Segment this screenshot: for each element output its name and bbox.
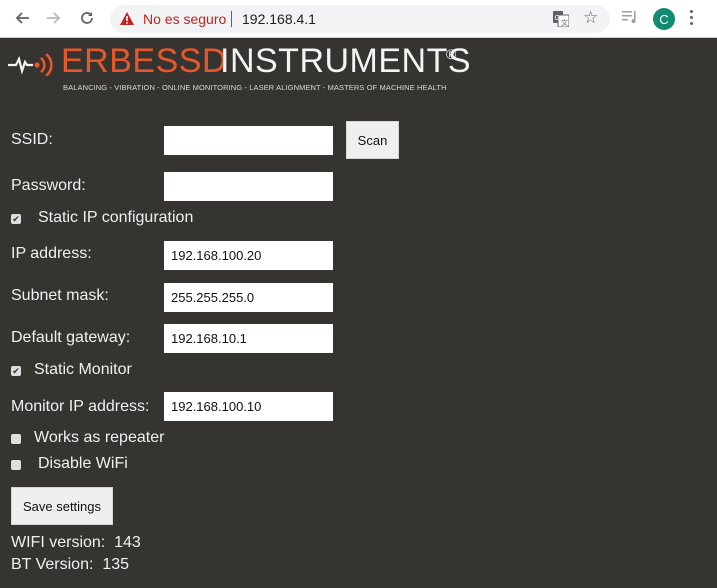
scan-button[interactable]: Scan	[346, 121, 399, 159]
profile-avatar[interactable]: C	[653, 8, 675, 30]
media-control-icon[interactable]	[622, 10, 638, 24]
default-gateway-label: Default gateway:	[11, 329, 131, 346]
repeater-label: Works as repeater	[34, 429, 165, 446]
bt-version-label: BT Version:	[11, 556, 94, 573]
monitor-ip-input[interactable]	[164, 392, 333, 421]
default-gateway-input[interactable]	[164, 324, 333, 353]
back-button[interactable]	[12, 8, 32, 28]
warning-icon	[120, 12, 134, 25]
static-ip-checkbox[interactable]: ✔	[11, 214, 21, 224]
password-label: Password:	[11, 177, 86, 194]
subnet-mask-label: Subnet mask:	[11, 287, 109, 304]
disable-wifi-label: Disable WiFi	[38, 455, 128, 472]
security-status[interactable]: No es seguro	[143, 11, 226, 27]
registered-mark: ®	[446, 46, 457, 62]
disable-wifi-checkbox[interactable]	[11, 460, 21, 470]
forward-button[interactable]	[44, 8, 64, 28]
back-icon	[15, 12, 29, 24]
ip-address-label: IP address:	[11, 245, 92, 262]
menu-icon[interactable]	[690, 10, 694, 28]
static-monitor-checkbox[interactable]: ✔	[11, 366, 21, 376]
wifi-version-value: 143	[114, 534, 141, 551]
brand-tagline: BALANCING - VIBRATION - ONLINE MONITORIN…	[63, 83, 447, 92]
star-icon[interactable]: ☆	[583, 8, 598, 28]
omnibox-separator	[231, 11, 232, 27]
svg-text:G: G	[555, 15, 560, 22]
signal-wave-icon	[8, 52, 53, 76]
reload-button[interactable]	[77, 8, 97, 28]
reload-icon	[81, 12, 93, 24]
repeater-checkbox[interactable]	[11, 434, 21, 444]
brand-name-primary: ERBESSD	[61, 42, 227, 80]
save-settings-button[interactable]: Save settings	[11, 487, 113, 525]
wifi-version: WIFI version: 143	[11, 534, 141, 552]
ip-address-input[interactable]	[164, 241, 333, 270]
monitor-ip-label: Monitor IP address:	[11, 398, 150, 415]
translate-icon[interactable]: G文	[553, 11, 569, 27]
bt-version-value: 135	[102, 556, 130, 573]
password-input[interactable]	[164, 172, 333, 201]
static-monitor-label: Static Monitor	[34, 361, 132, 378]
wifi-version-label: WIFI version:	[11, 534, 106, 551]
ssid-input[interactable]	[164, 126, 333, 155]
browser-toolbar: No es seguro 192.168.4.1 G文 ☆ C	[0, 0, 717, 38]
forward-icon	[47, 12, 61, 24]
url-text[interactable]: 192.168.4.1	[242, 11, 316, 27]
ssid-label: SSID:	[11, 131, 53, 148]
svg-text:文: 文	[561, 18, 568, 27]
address-bar[interactable]: No es seguro 192.168.4.1 G文 ☆	[110, 5, 610, 33]
bt-version: BT Version: 135	[11, 556, 129, 574]
static-ip-label: Static IP configuration	[38, 209, 194, 226]
brand-logo: ERBESSD INSTRUMENTS ® BALANCING - VIBRAT…	[8, 42, 478, 97]
brand-name-secondary: INSTRUMENTS	[220, 42, 472, 80]
subnet-mask-input[interactable]	[164, 283, 333, 312]
